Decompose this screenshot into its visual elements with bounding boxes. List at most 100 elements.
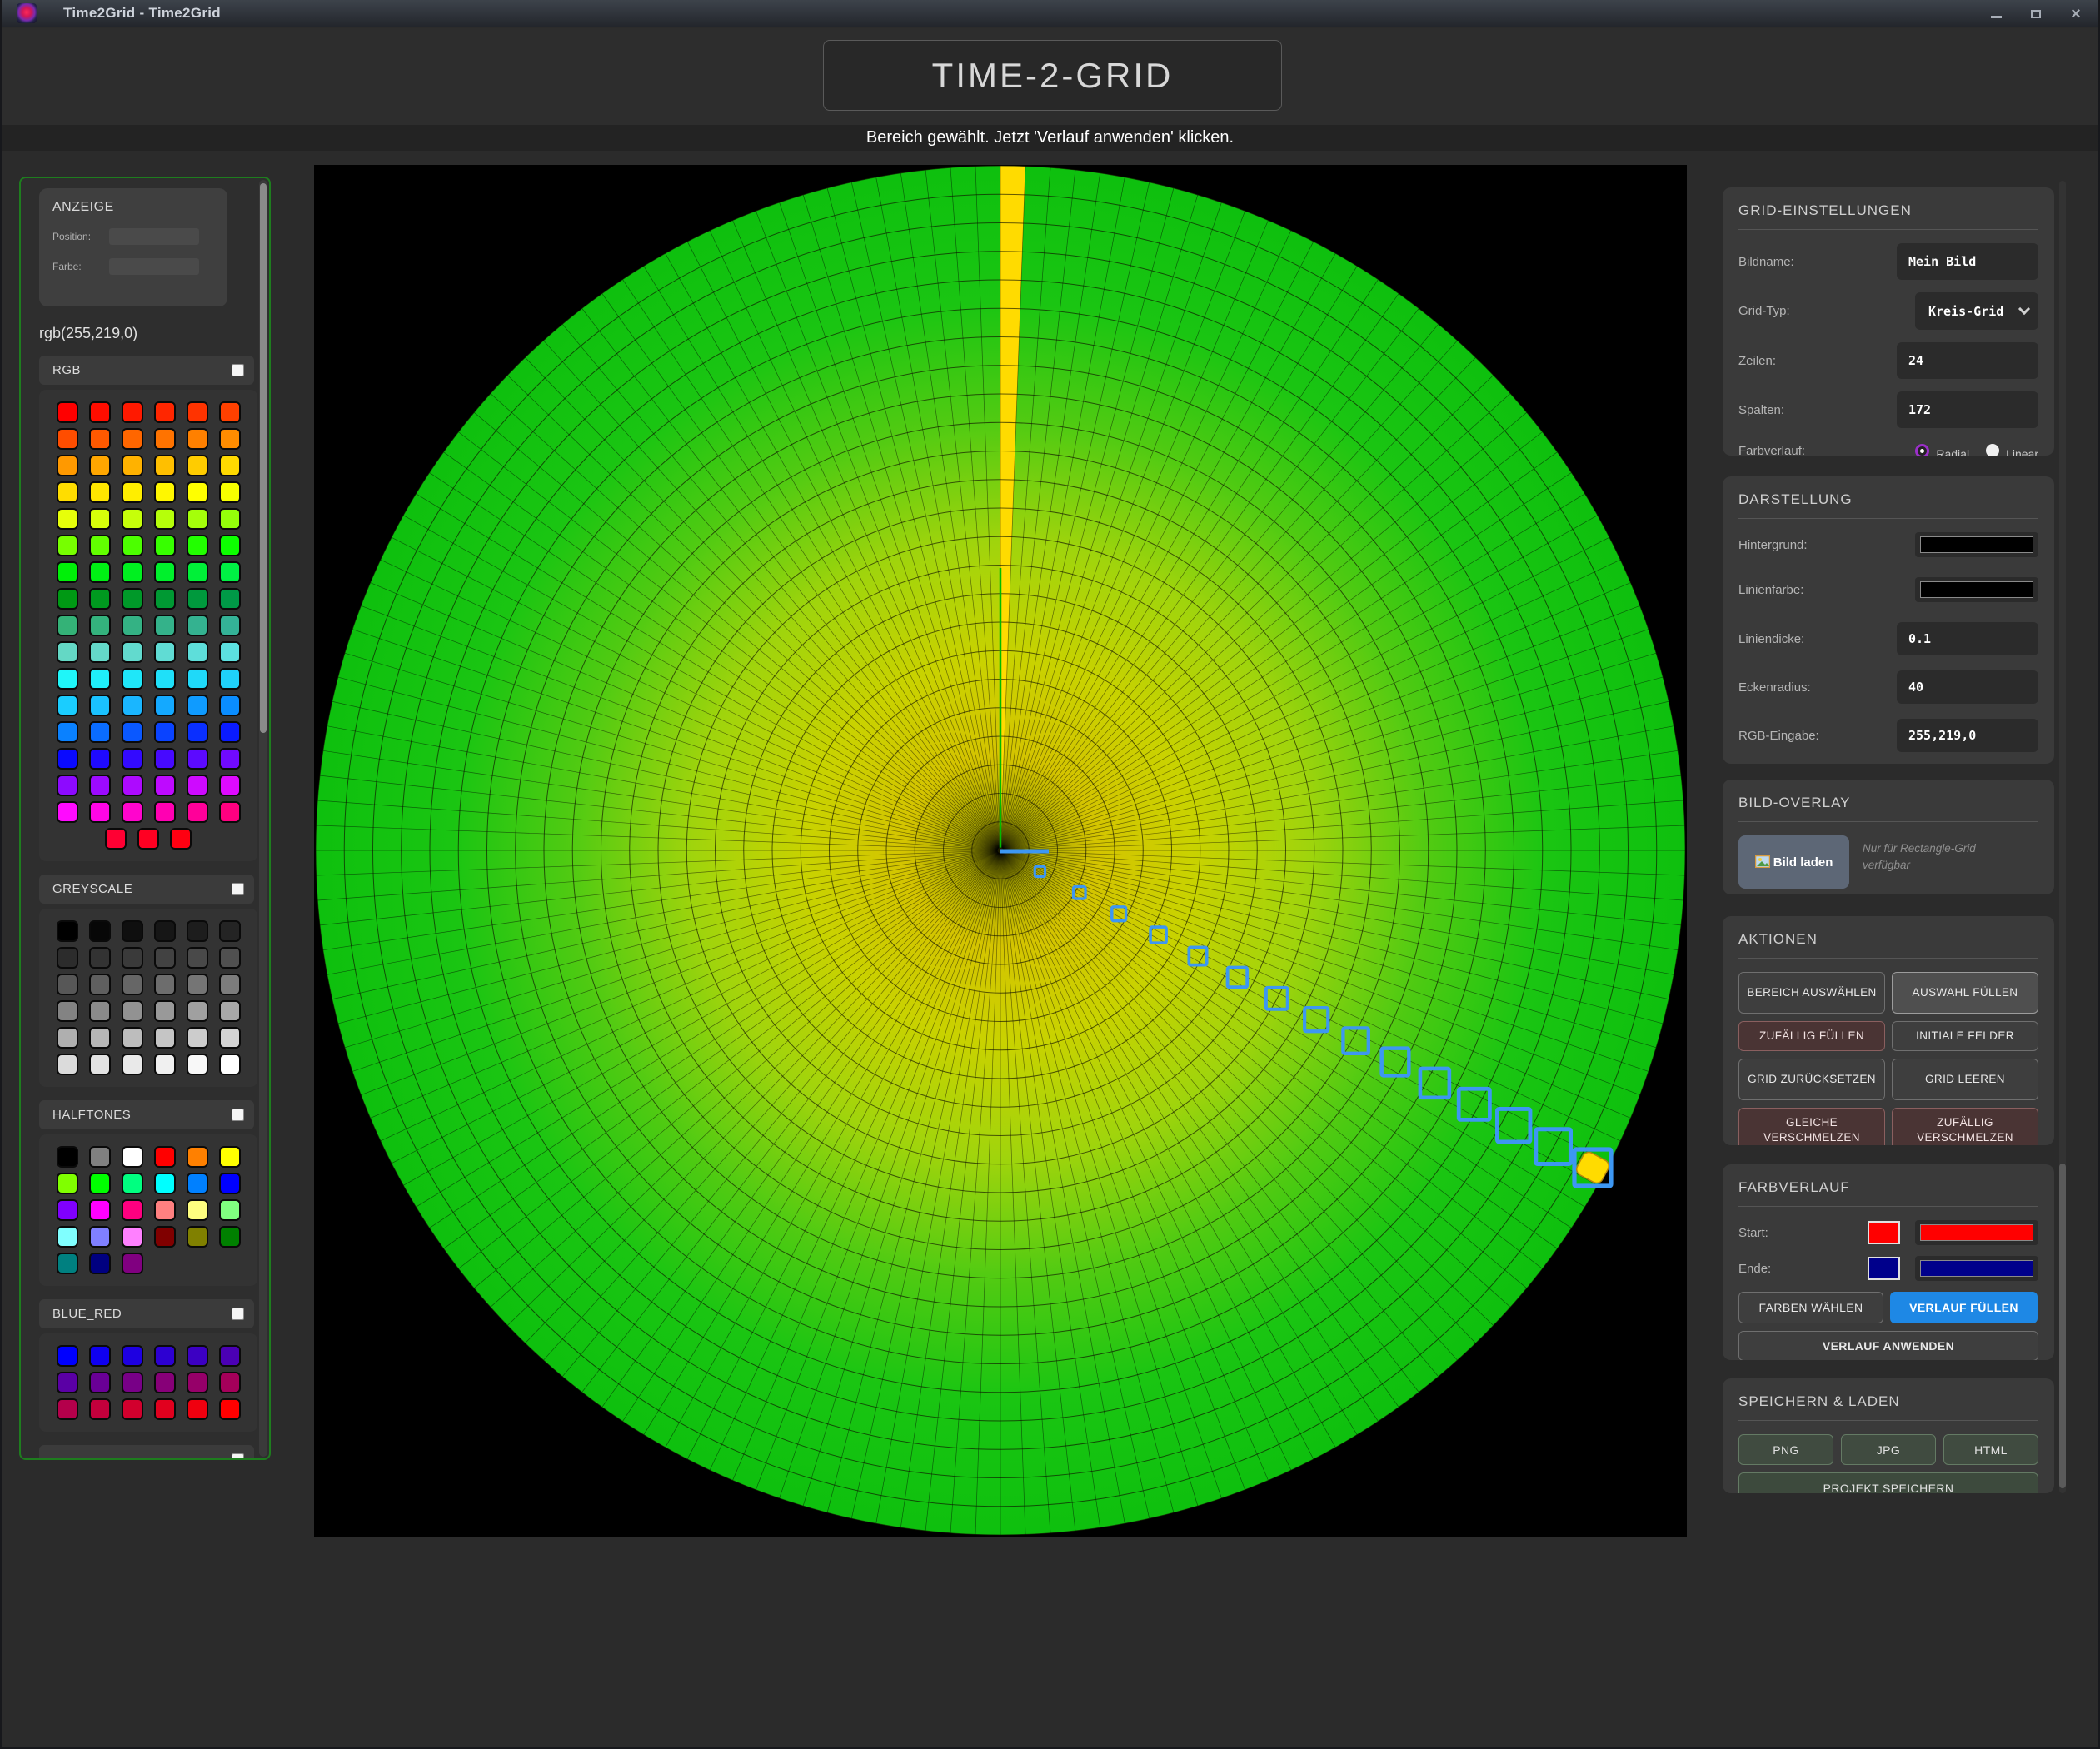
color-swatch[interactable] bbox=[187, 1027, 208, 1049]
color-swatch[interactable] bbox=[89, 535, 111, 556]
color-swatch[interactable] bbox=[154, 947, 176, 969]
color-swatch[interactable] bbox=[89, 401, 111, 423]
color-swatch[interactable] bbox=[57, 748, 78, 770]
color-swatch[interactable] bbox=[122, 974, 143, 995]
color-swatch[interactable] bbox=[154, 775, 176, 796]
color-swatch[interactable] bbox=[219, 1054, 241, 1075]
color-swatch[interactable] bbox=[187, 1000, 208, 1022]
color-swatch[interactable] bbox=[187, 721, 208, 743]
color-swatch[interactable] bbox=[219, 1345, 241, 1367]
color-swatch[interactable] bbox=[219, 481, 241, 503]
color-swatch[interactable] bbox=[219, 748, 241, 770]
maximize-button[interactable] bbox=[2028, 7, 2043, 22]
linienfarbe-color-picker[interactable] bbox=[1915, 577, 2038, 602]
liniendicke-input[interactable] bbox=[1897, 622, 2038, 655]
color-swatch[interactable] bbox=[219, 920, 241, 942]
color-swatch[interactable] bbox=[219, 775, 241, 796]
color-swatch[interactable] bbox=[154, 1345, 176, 1367]
color-swatch[interactable] bbox=[187, 535, 208, 556]
color-swatch[interactable] bbox=[187, 615, 208, 636]
save-html-button[interactable]: HTML bbox=[1943, 1434, 2038, 1465]
spalten-input[interactable] bbox=[1897, 391, 2038, 428]
color-swatch[interactable] bbox=[219, 721, 241, 743]
color-swatch[interactable] bbox=[154, 1054, 176, 1075]
color-swatch[interactable] bbox=[57, 508, 78, 530]
color-swatch[interactable] bbox=[122, 481, 143, 503]
color-swatch[interactable] bbox=[122, 1054, 143, 1075]
color-swatch[interactable] bbox=[154, 1199, 176, 1221]
color-swatch[interactable] bbox=[57, 561, 78, 583]
color-swatch[interactable] bbox=[187, 455, 208, 476]
color-swatch[interactable] bbox=[154, 721, 176, 743]
color-swatch[interactable] bbox=[122, 1253, 143, 1274]
color-swatch[interactable] bbox=[187, 641, 208, 663]
color-swatch[interactable] bbox=[122, 1027, 143, 1049]
color-swatch[interactable] bbox=[187, 508, 208, 530]
color-swatch[interactable] bbox=[57, 1146, 78, 1168]
color-swatch[interactable] bbox=[154, 1398, 176, 1420]
color-swatch[interactable] bbox=[89, 748, 111, 770]
color-swatch[interactable] bbox=[219, 1173, 241, 1194]
start-color-picker[interactable] bbox=[1915, 1220, 2038, 1245]
color-swatch[interactable] bbox=[57, 695, 78, 716]
color-swatch[interactable] bbox=[89, 1054, 111, 1075]
color-swatch[interactable] bbox=[57, 588, 78, 610]
color-swatch[interactable] bbox=[154, 641, 176, 663]
color-swatch[interactable] bbox=[122, 588, 143, 610]
color-swatch[interactable] bbox=[187, 1199, 208, 1221]
color-swatch[interactable] bbox=[122, 695, 143, 716]
color-swatch[interactable] bbox=[89, 615, 111, 636]
ende-color-swatch[interactable] bbox=[1868, 1257, 1900, 1280]
color-swatch[interactable] bbox=[187, 974, 208, 995]
color-swatch[interactable] bbox=[187, 695, 208, 716]
color-swatch[interactable] bbox=[219, 588, 241, 610]
color-swatch[interactable] bbox=[57, 1173, 78, 1194]
color-swatch[interactable] bbox=[57, 1226, 78, 1248]
color-swatch[interactable] bbox=[89, 508, 111, 530]
color-swatch[interactable] bbox=[89, 775, 111, 796]
color-swatch[interactable] bbox=[89, 721, 111, 743]
color-swatch[interactable] bbox=[219, 1372, 241, 1393]
color-swatch[interactable] bbox=[187, 801, 208, 823]
color-swatch[interactable] bbox=[187, 668, 208, 690]
color-swatch[interactable] bbox=[122, 1146, 143, 1168]
color-swatch[interactable] bbox=[219, 1398, 241, 1420]
color-swatch[interactable] bbox=[154, 615, 176, 636]
color-swatch[interactable] bbox=[187, 1372, 208, 1393]
zeilen-input[interactable] bbox=[1897, 342, 2038, 379]
color-swatch[interactable] bbox=[154, 561, 176, 583]
initiale-felder-button[interactable]: INITIALE FELDER bbox=[1892, 1021, 2038, 1051]
color-swatch[interactable] bbox=[89, 1253, 111, 1274]
color-swatch[interactable] bbox=[57, 801, 78, 823]
color-swatch[interactable] bbox=[89, 801, 111, 823]
color-swatch[interactable] bbox=[57, 974, 78, 995]
color-swatch[interactable] bbox=[154, 1372, 176, 1393]
save-png-button[interactable]: PNG bbox=[1738, 1434, 1833, 1465]
sidebar-scrollbar[interactable] bbox=[259, 180, 267, 1457]
gridtyp-select[interactable]: Kreis-Grid bbox=[1915, 292, 2038, 330]
color-swatch[interactable] bbox=[122, 1000, 143, 1022]
color-swatch[interactable] bbox=[57, 428, 78, 450]
color-swatch[interactable] bbox=[122, 1398, 143, 1420]
color-swatch[interactable] bbox=[122, 1372, 143, 1393]
sidebar-scrollbar-thumb[interactable] bbox=[260, 183, 267, 733]
color-swatch[interactable] bbox=[154, 801, 176, 823]
color-swatch[interactable] bbox=[89, 1398, 111, 1420]
color-swatch[interactable] bbox=[57, 1253, 78, 1274]
color-swatch[interactable] bbox=[219, 1000, 241, 1022]
color-swatch[interactable] bbox=[57, 668, 78, 690]
palette-checkbox-blue_red[interactable] bbox=[232, 1308, 244, 1320]
color-swatch[interactable] bbox=[219, 1027, 241, 1049]
color-swatch[interactable] bbox=[57, 1398, 78, 1420]
bildname-input[interactable] bbox=[1897, 243, 2038, 280]
color-swatch[interactable] bbox=[122, 1173, 143, 1194]
color-swatch[interactable] bbox=[219, 535, 241, 556]
color-swatch[interactable] bbox=[154, 974, 176, 995]
color-swatch[interactable] bbox=[89, 561, 111, 583]
grid-leeren-button[interactable]: GRID LEEREN bbox=[1892, 1059, 2038, 1100]
color-swatch[interactable] bbox=[219, 561, 241, 583]
color-swatch[interactable] bbox=[219, 508, 241, 530]
color-swatch[interactable] bbox=[89, 1345, 111, 1367]
color-swatch[interactable] bbox=[219, 641, 241, 663]
color-swatch[interactable] bbox=[187, 748, 208, 770]
